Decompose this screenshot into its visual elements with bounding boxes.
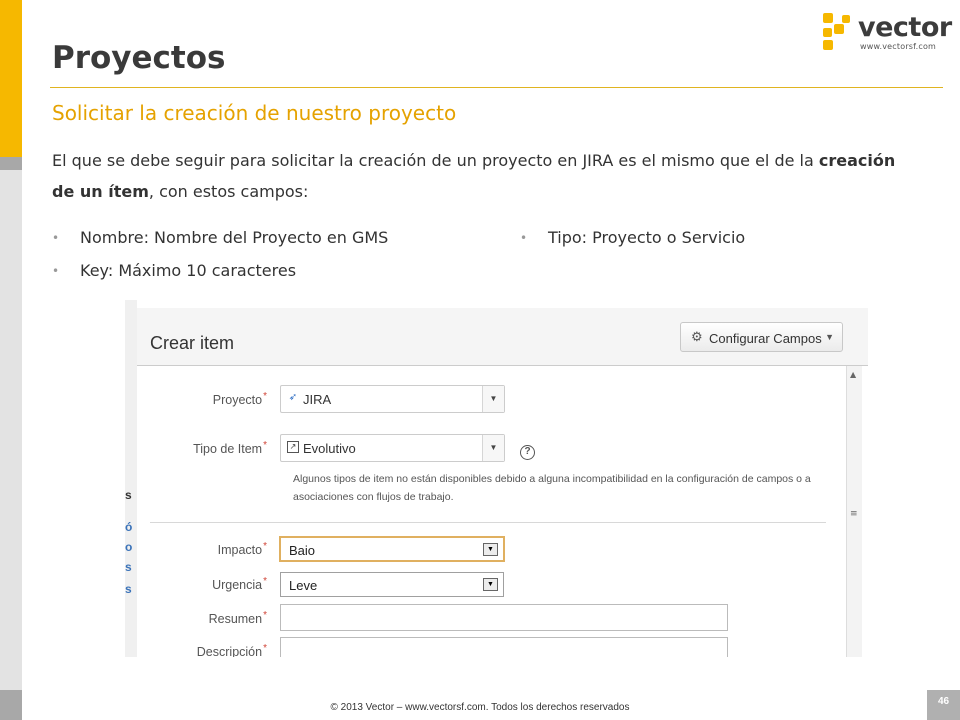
background-page-edge: s ó o s s	[125, 300, 137, 657]
impacto-label-text: Impacto	[217, 543, 263, 557]
bullet-icon: •	[52, 264, 60, 278]
chevron-down-icon: ▼	[825, 332, 834, 342]
logo-url: www.vectorsf.com	[860, 42, 937, 51]
bullet-icon: •	[52, 231, 60, 245]
chevron-down-icon[interactable]: ▼	[482, 386, 504, 412]
required-icon: *	[263, 440, 267, 451]
dialog-title: Crear item	[150, 333, 235, 353]
resumen-label-text: Resumen	[208, 612, 263, 626]
side-band	[0, 170, 22, 690]
accent-bar-gray	[0, 157, 22, 170]
jira-screenshot: s ó o s s Crear item ⚙ Configurar Campos…	[125, 300, 868, 657]
bullet-text: Nombre: Nombre del Proyecto en GMS	[80, 228, 389, 247]
descripcion-input[interactable]	[280, 637, 728, 657]
page-number: 46	[927, 690, 960, 720]
proyecto-select[interactable]: ➶ JIRA ▼	[280, 385, 505, 413]
vector-logo-icon	[823, 13, 850, 50]
tipo-item-value: Evolutivo	[303, 441, 356, 456]
jira-project-icon: ➶	[288, 392, 298, 403]
scroll-up-icon: ▲	[850, 370, 857, 379]
configure-fields-label: Configurar Campos	[709, 331, 822, 346]
intro-text-end: , con estos campos:	[148, 182, 309, 201]
dialog-header: Crear item ⚙ Configurar Campos ▼	[137, 308, 868, 366]
title-divider	[50, 87, 943, 88]
proyecto-label: Proyecto*	[142, 391, 267, 407]
edge-glyph: o	[125, 540, 133, 554]
tipo-item-select[interactable]: ↗ Evolutivo ▼	[280, 434, 505, 462]
dialog-scrollbar[interactable]: ▲ ≡	[846, 366, 862, 657]
tipo-item-note: Algunos tipos de item no están disponibl…	[293, 473, 811, 503]
required-icon: *	[263, 391, 267, 402]
page-title: Proyectos	[52, 40, 226, 76]
section-divider	[150, 522, 826, 523]
urgencia-value: Leve	[289, 578, 318, 593]
urgencia-label-text: Urgencia	[212, 578, 263, 592]
proyecto-value: JIRA	[303, 392, 332, 407]
section-subtitle: Solicitar la creación de nuestro proyect…	[52, 101, 457, 125]
urgencia-select[interactable]: Leve ▼	[280, 572, 504, 597]
required-icon: *	[263, 643, 267, 654]
required-icon: *	[263, 610, 267, 621]
accent-bar	[0, 0, 22, 157]
vector-logo: vector www.vectorsf.com	[822, 12, 952, 56]
proyecto-label-text: Proyecto	[212, 393, 263, 407]
impacto-value: Baio	[289, 543, 316, 558]
bullet-item: • Tipo: Proyecto o Servicio	[520, 227, 746, 249]
required-icon: *	[263, 541, 267, 552]
bullet-text: Key: Máximo 10 caracteres	[80, 261, 297, 280]
gear-icon: ⚙	[691, 329, 703, 344]
evolutivo-icon: ↗	[287, 441, 299, 453]
chevron-down-icon[interactable]: ▼	[483, 578, 498, 591]
create-item-dialog: Crear item ⚙ Configurar Campos ▼ ▲ ≡ Pro…	[137, 300, 868, 657]
descripcion-label: Descripción*	[142, 643, 267, 657]
tipo-label-text: Tipo de Item	[193, 442, 263, 456]
bullet-icon: •	[520, 231, 528, 245]
logo-wordmark: vector	[858, 12, 952, 43]
bullet-item: • Key: Máximo 10 caracteres	[52, 260, 297, 282]
descripcion-label-text: Descripción	[196, 645, 263, 657]
edge-glyph: ó	[125, 520, 133, 534]
configure-fields-button[interactable]: ⚙ Configurar Campos ▼	[680, 322, 843, 352]
impacto-label: Impacto*	[142, 541, 267, 557]
tipo-label: Tipo de Item*	[142, 440, 267, 456]
resumen-label: Resumen*	[142, 610, 267, 626]
resumen-input[interactable]	[280, 604, 728, 631]
urgencia-label: Urgencia*	[142, 576, 267, 592]
bullet-item: • Nombre: Nombre del Proyecto en GMS	[52, 227, 389, 249]
footer-copyright: © 2013 Vector – www.vectorsf.com. Todos …	[330, 702, 630, 713]
scroll-grip-icon: ≡	[850, 509, 858, 519]
intro-text: El que se debe seguir para solicitar la …	[52, 151, 819, 170]
bullet-text: Tipo: Proyecto o Servicio	[548, 228, 746, 247]
edge-glyph: s	[125, 560, 132, 574]
help-icon[interactable]: ?	[520, 445, 535, 460]
chevron-down-icon[interactable]: ▼	[482, 435, 504, 461]
edge-glyph: s	[125, 582, 132, 596]
edge-glyph: s	[125, 488, 132, 502]
chevron-down-icon[interactable]: ▼	[483, 543, 498, 556]
impacto-select[interactable]: Baio ▼	[279, 536, 505, 562]
intro-paragraph: El que se debe seguir para solicitar la …	[52, 145, 922, 207]
required-icon: *	[263, 576, 267, 587]
